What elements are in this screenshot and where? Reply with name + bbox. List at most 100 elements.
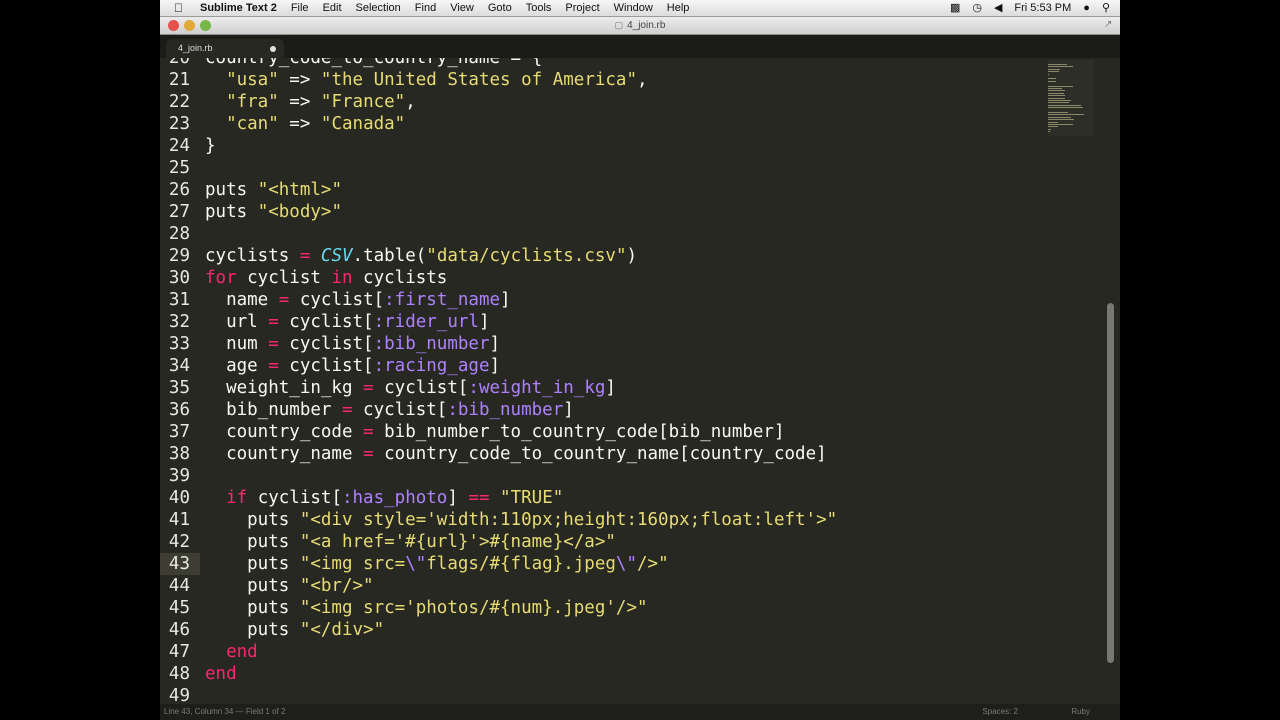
code-token: =: [363, 444, 374, 464]
code-line[interactable]: puts "<div style='width:110px;height:160…: [205, 509, 837, 531]
code-line[interactable]: }: [205, 135, 216, 157]
code-line[interactable]: weight_in_kg = cyclist[:weight_in_kg]: [205, 377, 616, 399]
code-token: :first_name: [384, 290, 501, 310]
code-area[interactable]: country_code_to_country_name = { "usa" =…: [205, 58, 1045, 704]
minimap-line: [1048, 112, 1069, 113]
code-token: \": [615, 554, 637, 574]
code-token: \": [405, 554, 427, 574]
menu-edit[interactable]: Edit: [323, 0, 342, 16]
indentation-setting[interactable]: Spaces: 2: [982, 704, 1018, 720]
code-token: "<html>": [257, 180, 342, 200]
menu-extras: ▩ ◷ ◀ Fri 5:53 PM ● ⚲: [938, 0, 1110, 16]
code-line[interactable]: "usa" => "the United States of America",: [205, 69, 648, 91]
line-number: 44: [168, 576, 190, 596]
code-line[interactable]: age = cyclist[:racing_age]: [205, 355, 500, 377]
line-number: 35: [168, 378, 190, 398]
apple-menu-icon[interactable]: : [174, 0, 183, 16]
document-icon: ▢: [614, 20, 624, 30]
menu-window[interactable]: Window: [614, 0, 653, 16]
syntax-selector[interactable]: Ruby: [1071, 704, 1090, 720]
time-machine-icon[interactable]: ◷: [972, 0, 982, 16]
code-line[interactable]: puts "<img src=\"flags/#{flag}.jpeg\"/>": [205, 553, 668, 575]
code-token: if: [226, 488, 248, 508]
code-line[interactable]: name = cyclist[:first_name]: [205, 289, 511, 311]
line-number: 23: [168, 114, 190, 134]
menu-file[interactable]: File: [291, 0, 309, 16]
line-number: 47: [168, 642, 190, 662]
vertical-scrollbar[interactable]: [1107, 303, 1114, 663]
code-line[interactable]: puts "<html>": [205, 179, 342, 201]
menu-selection[interactable]: Selection: [356, 0, 401, 16]
minimap-line: [1048, 100, 1072, 101]
code-line[interactable]: puts "<img src='photos/#{num}.jpeg'/>": [205, 597, 647, 619]
menu-help[interactable]: Help: [667, 0, 690, 16]
volume-icon[interactable]: ◀: [994, 0, 1002, 16]
code-token: ]: [489, 334, 501, 354]
code-token: ]: [563, 400, 574, 420]
code-line[interactable]: end: [205, 663, 237, 685]
code-token: :has_photo: [341, 488, 448, 508]
code-token: puts: [205, 554, 300, 574]
code-line[interactable]: puts "<br/>": [205, 575, 374, 597]
minimap-line: [1048, 71, 1060, 73]
line-number: 38: [168, 444, 190, 464]
menu-sublime-text[interactable]: Sublime Text 2: [200, 0, 277, 16]
minimap-line: [1048, 97, 1065, 99]
code-token: ]: [478, 312, 490, 332]
menu-goto[interactable]: Goto: [488, 0, 512, 16]
minimap[interactable]: [1048, 60, 1094, 136]
code-line[interactable]: country_code_to_country_name = {: [205, 58, 542, 69]
code-token: puts: [205, 598, 300, 618]
minimap-line: [1048, 85, 1073, 87]
code-line[interactable]: num = cyclist[:bib_number]: [205, 333, 500, 355]
spotlight-search-icon[interactable]: ⚲: [1102, 0, 1110, 16]
minimap-line: [1048, 124, 1074, 125]
menu-project[interactable]: Project: [565, 0, 599, 16]
code-token: puts: [205, 180, 258, 200]
code-token: =: [278, 290, 290, 310]
minimap-line: [1048, 121, 1058, 123]
code-token: "usa": [226, 70, 279, 90]
code-line[interactable]: "can" => "Canada": [205, 113, 405, 135]
line-number: 21: [168, 70, 190, 90]
code-line[interactable]: puts "</div>": [205, 619, 384, 641]
code-line[interactable]: end: [205, 641, 258, 663]
code-line[interactable]: url = cyclist[:rider_url]: [205, 311, 490, 333]
code-token: "</div>": [299, 620, 385, 640]
code-token: :weight_in_kg: [468, 378, 606, 398]
code-token: country_code: [205, 422, 364, 442]
code-line[interactable]: puts "<body>": [205, 201, 342, 223]
code-token: CSV: [320, 246, 353, 266]
code-line[interactable]: for cyclist in cyclists: [205, 267, 447, 289]
code-line[interactable]: bib_number = cyclist[:bib_number]: [205, 399, 574, 421]
code-token: ==: [468, 488, 490, 508]
tab-4-join-rb[interactable]: 4_join.rb: [166, 39, 284, 58]
code-editor[interactable]: 20 21 22 23 24 25 26 27 28 29 30 31 32 33 34 35 36 37 38 39…: [160, 58, 1120, 704]
code-line[interactable]: if cyclist[:has_photo] == "TRUE": [205, 487, 563, 509]
code-line[interactable]: puts "<a href='#{url}'>#{name}</a>": [205, 531, 616, 553]
unsaved-dot-icon[interactable]: [270, 46, 276, 52]
line-number: 37: [168, 422, 190, 442]
menu-tools[interactable]: Tools: [526, 0, 552, 16]
user-icon[interactable]: ●: [1083, 0, 1090, 16]
code-line[interactable]: country_code = bib_number_to_country_cod…: [205, 421, 784, 443]
code-token: "France": [320, 92, 406, 112]
menu-find[interactable]: Find: [415, 0, 436, 16]
code-token: "<body>": [257, 202, 342, 222]
window-title: ▢ 4_join.rb: [160, 17, 1120, 34]
menu-clock[interactable]: Fri 5:53 PM: [1014, 0, 1071, 16]
fullscreen-icon[interactable]: ↗: [1104, 20, 1114, 30]
code-token: ,: [637, 70, 648, 90]
menu-view[interactable]: View: [450, 0, 474, 16]
code-token: cyclist[: [278, 356, 374, 376]
line-number: 25: [168, 158, 190, 178]
code-line[interactable]: "fra" => "France",: [205, 91, 416, 113]
code-token: "<div style='width:110px;height:160px;fl…: [299, 510, 838, 530]
battery-icon[interactable]: ▩: [950, 0, 960, 16]
code-line[interactable]: cyclists = CSV.table("data/cyclists.csv"…: [205, 245, 637, 267]
mac-menu-bar:  Sublime Text 2 File Edit Selection Fin…: [160, 0, 1120, 17]
minimap-line: [1048, 73, 1049, 75]
code-line[interactable]: country_name = country_code_to_country_n…: [205, 443, 827, 465]
code-token: "<br/>": [299, 576, 374, 596]
